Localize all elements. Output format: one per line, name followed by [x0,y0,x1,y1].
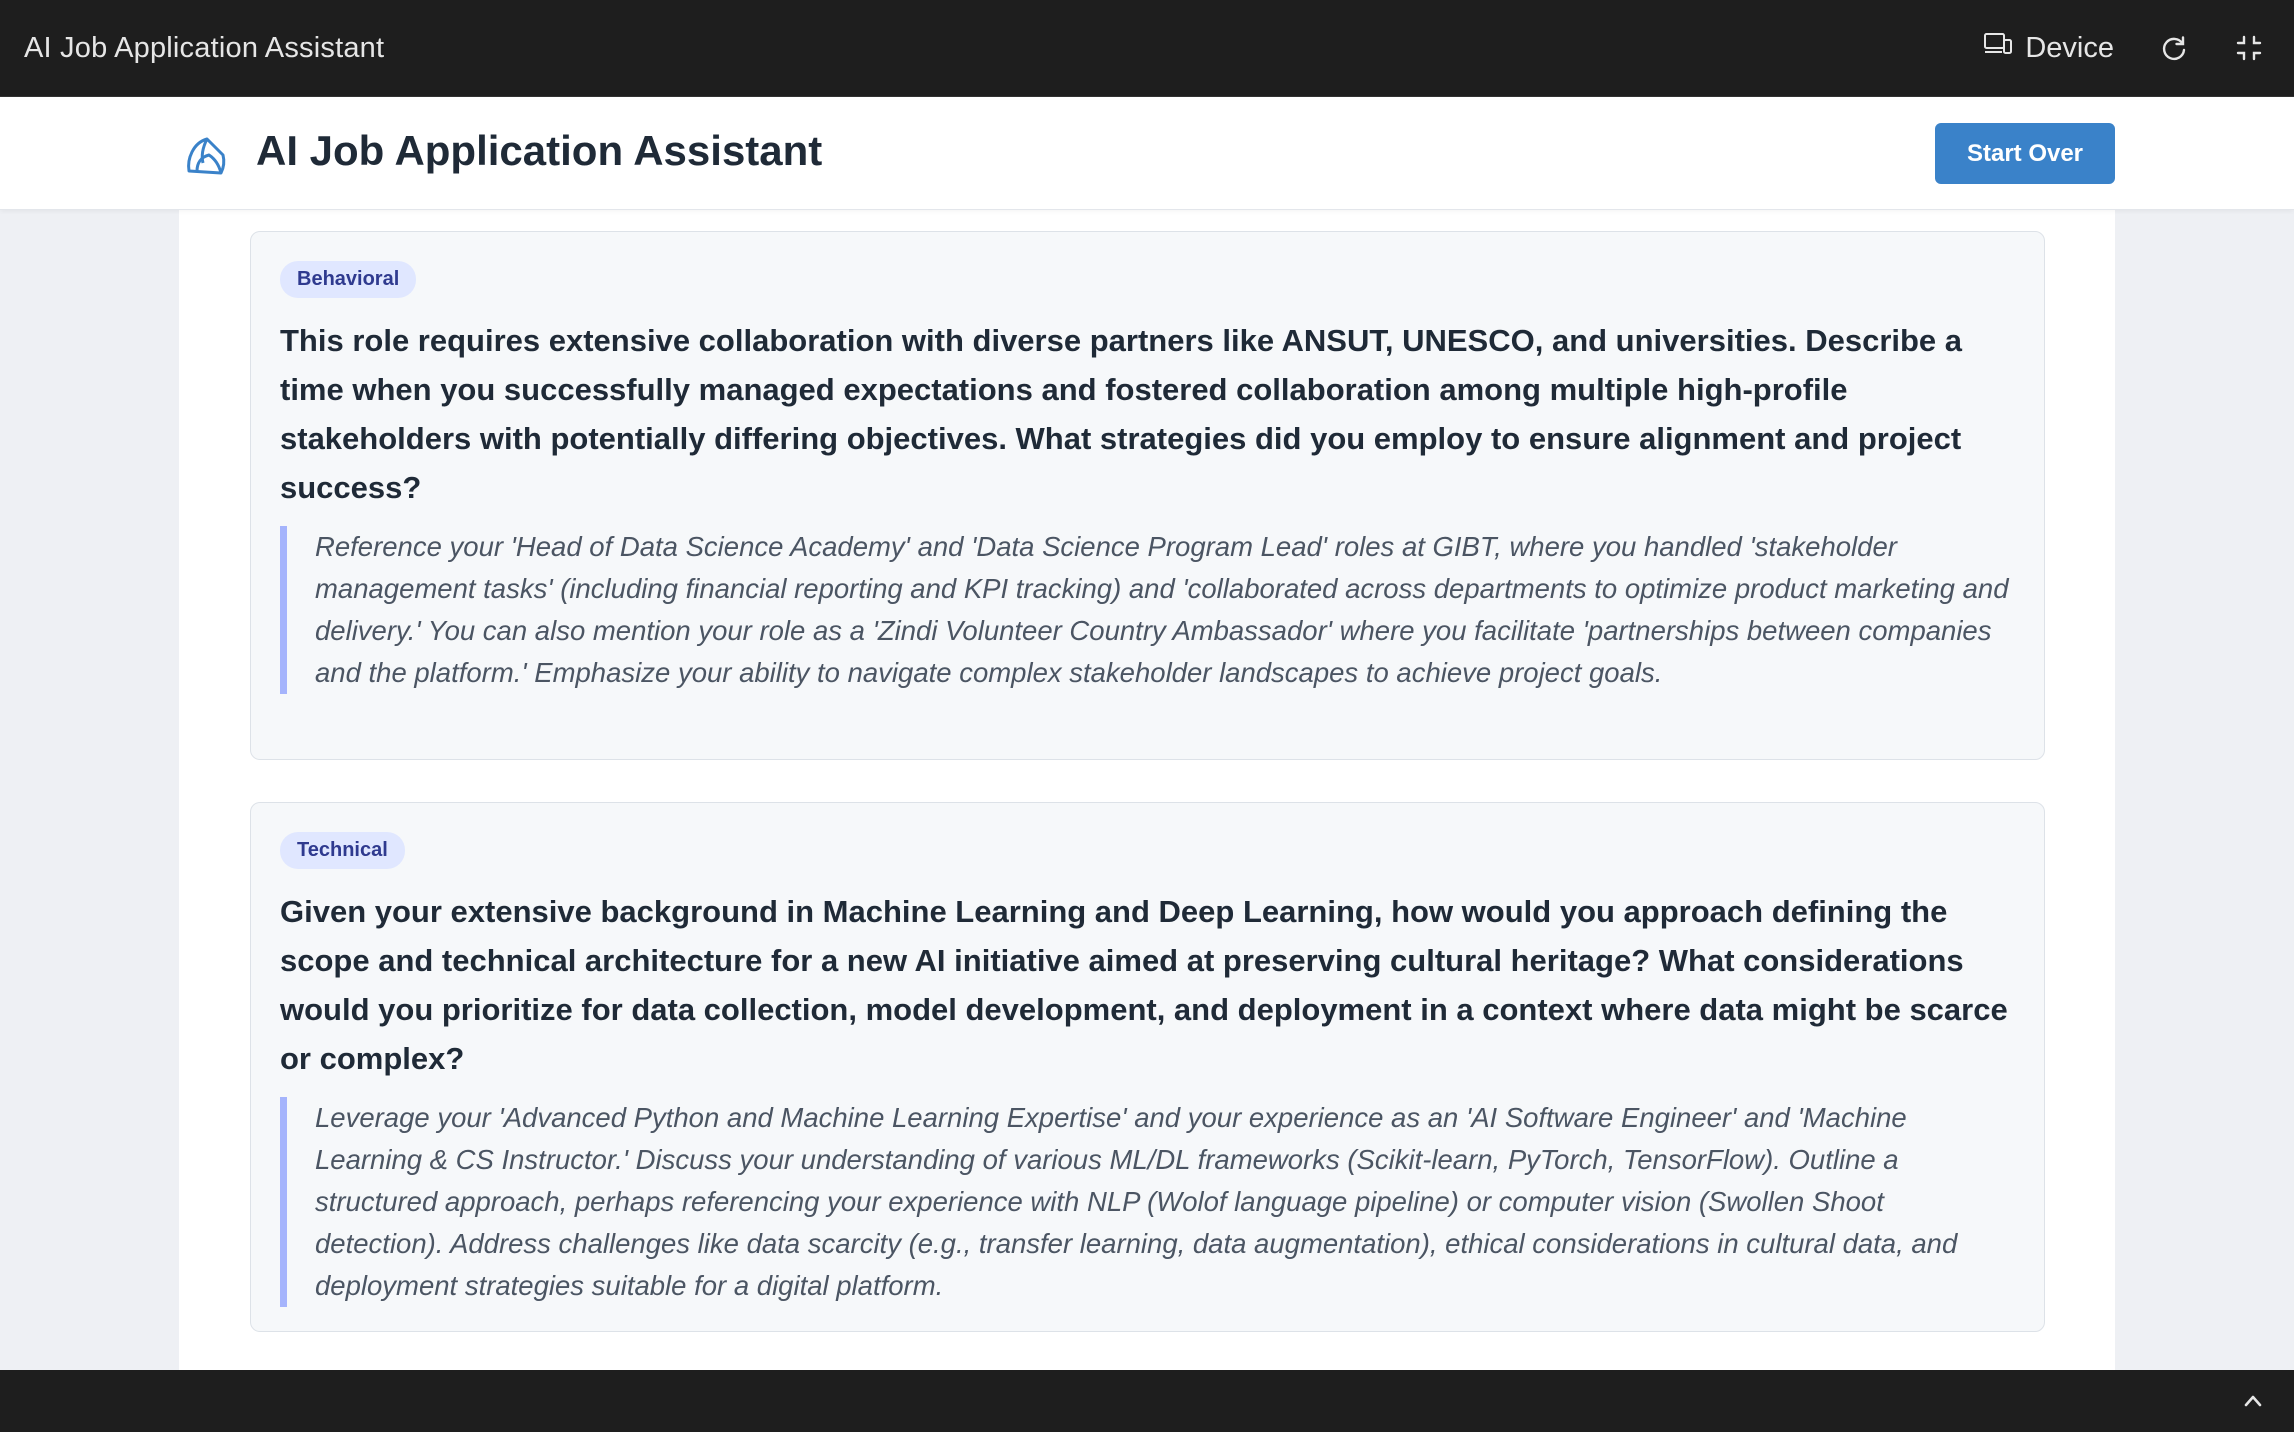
answer-hint: Reference your 'Head of Data Science Aca… [280,526,2015,694]
question-card: Behavioral This role requires extensive … [250,231,2045,760]
category-badge: Technical [280,832,405,869]
app-header: AI Job Application Assistant Start Over [0,97,2294,210]
question-text: This role requires extensive collaborati… [280,323,1963,505]
start-over-button[interactable]: Start Over [1935,123,2115,184]
question-text: Given your extensive background in Machi… [280,894,2008,1076]
main-content: Behavioral This role requires extensive … [179,210,2115,1370]
answer-hint: Leverage your 'Advanced Python and Machi… [280,1097,2015,1307]
device-label: Device [2025,31,2114,64]
window-title: AI Job Application Assistant [24,31,385,64]
device-button[interactable]: Device [1983,31,2114,65]
window-titlebar: AI Job Application Assistant Device [0,0,2294,97]
reload-icon[interactable] [2160,34,2188,62]
exit-fullscreen-icon[interactable] [2234,33,2264,63]
page-title: AI Job Application Assistant [256,127,823,174]
category-badge: Behavioral [280,261,417,298]
chevron-up-icon[interactable] [2242,1390,2264,1417]
app-logo-icon [183,133,229,179]
bottom-bar [0,1370,2294,1432]
question-card: Technical Given your extensive backgroun… [250,802,2045,1332]
titlebar-controls: Device [1983,31,2264,65]
device-icon [1983,31,2013,65]
